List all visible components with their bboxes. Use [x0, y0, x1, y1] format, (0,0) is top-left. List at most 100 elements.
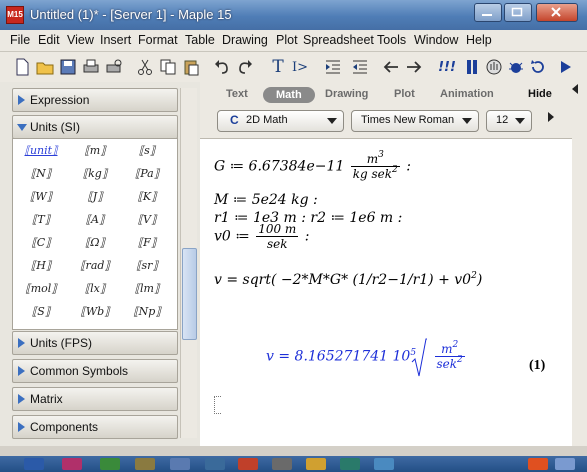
unit-symbol[interactable]: ⟦lm⟧	[122, 279, 172, 299]
unit-symbol[interactable]: ⟦kg⟧	[70, 164, 120, 184]
print-preview-icon[interactable]	[104, 57, 124, 77]
new-doc-icon[interactable]	[12, 57, 32, 77]
tab-math[interactable]: Math	[263, 87, 315, 103]
palette-matrix[interactable]: Matrix	[12, 387, 178, 411]
execute-all-icon[interactable]: !!!	[437, 57, 457, 77]
unit-symbol[interactable]: ⟦S⟧	[16, 302, 66, 322]
close-button[interactable]	[536, 3, 578, 22]
taskbar-app-icon[interactable]	[135, 458, 155, 470]
taskbar-app-icon[interactable]	[340, 458, 360, 470]
unit-symbol[interactable]: ⟦rad⟧	[70, 256, 120, 276]
unit-symbol[interactable]: ⟦C⟧	[16, 233, 66, 253]
collapse-left-icon[interactable]	[572, 84, 578, 94]
font-select[interactable]: Times New Roman	[351, 110, 479, 132]
tab-drawing[interactable]: Drawing	[325, 88, 368, 100]
tab-plot[interactable]: Plot	[394, 88, 415, 100]
unit-symbol[interactable]: ⟦A⟧	[70, 210, 120, 230]
tab-text[interactable]: Text	[226, 88, 248, 100]
menu-plot[interactable]: Plot	[276, 33, 298, 47]
paste-icon[interactable]	[181, 57, 201, 77]
open-folder-icon[interactable]	[35, 57, 55, 77]
math-line-G[interactable]: G ≔ 6.67384e−11 m3 kg sek2 :	[214, 150, 411, 181]
unit-symbol[interactable]: ⟦F⟧	[122, 233, 172, 253]
palette-expression[interactable]: Expression	[12, 88, 178, 112]
indent-icon[interactable]	[323, 57, 343, 77]
math-line-M[interactable]: M ≔ 5e24 kg :	[214, 192, 318, 208]
unit-symbol[interactable]: ⟦Np⟧	[122, 302, 172, 322]
taskbar-app-icon[interactable]	[205, 458, 225, 470]
save-icon[interactable]	[58, 57, 78, 77]
menu-spreadsheet[interactable]: Spreadsheet	[303, 33, 374, 47]
hand-icon[interactable]	[484, 57, 504, 77]
math-line-v0[interactable]: v0 ≔ 100 m sek :	[214, 222, 309, 251]
debug-icon[interactable]	[506, 57, 526, 77]
unit-symbol[interactable]: ⟦mol⟧	[16, 279, 66, 299]
maximize-button[interactable]	[504, 3, 532, 22]
palette-scrollbar-thumb[interactable]	[182, 248, 197, 340]
menu-file[interactable]: File	[10, 33, 30, 47]
unit-symbol[interactable]: ⟦s⟧	[122, 141, 172, 161]
print-icon[interactable]	[81, 57, 101, 77]
tab-animation[interactable]: Animation	[440, 88, 494, 100]
font-size-select[interactable]: 12	[486, 110, 532, 132]
taskbar-app-icon[interactable]	[306, 458, 326, 470]
document-scrollbar[interactable]	[572, 138, 587, 446]
help-icon[interactable]	[556, 57, 576, 77]
menu-tools[interactable]: Tools	[377, 33, 406, 47]
menu-edit[interactable]: Edit	[38, 33, 60, 47]
restart-icon[interactable]	[528, 57, 548, 77]
math-line-v-input[interactable]: v = sqrt( −2*M*G* (1/r2−1/r1) + v02)	[214, 271, 482, 288]
palette-units-fps[interactable]: Units (FPS)	[12, 331, 178, 355]
palette-scrollbar[interactable]	[180, 88, 197, 438]
taskbar-app-icon[interactable]	[100, 458, 120, 470]
unit-symbol[interactable]: ⟦unit⟧	[16, 141, 66, 161]
unit-symbol[interactable]: ⟦T⟧	[16, 210, 66, 230]
unit-symbol[interactable]: ⟦V⟧	[122, 210, 172, 230]
copy-icon[interactable]	[158, 57, 178, 77]
unit-symbol[interactable]: ⟦Ω⟧	[70, 233, 120, 253]
back-icon[interactable]	[381, 57, 401, 77]
unit-symbol[interactable]: ⟦Wb⟧	[70, 302, 120, 322]
redo-icon[interactable]	[235, 57, 255, 77]
cut-icon[interactable]	[135, 57, 155, 77]
unit-symbol[interactable]: ⟦K⟧	[122, 187, 172, 207]
unit-symbol[interactable]: ⟦H⟧	[16, 256, 66, 276]
undo-icon[interactable]	[212, 57, 232, 77]
palette-units-si[interactable]: Units (SI)	[12, 115, 178, 139]
outdent-icon[interactable]	[350, 57, 370, 77]
unit-symbol[interactable]: ⟦J⟧	[70, 187, 120, 207]
input-cursor-bracket[interactable]	[214, 396, 221, 414]
unit-symbol[interactable]: ⟦sr⟧	[122, 256, 172, 276]
menu-insert[interactable]: Insert	[100, 33, 131, 47]
taskbar-app-icon[interactable]	[528, 458, 548, 470]
taskbar-app-icon[interactable]	[238, 458, 258, 470]
taskbar-app-icon[interactable]	[170, 458, 190, 470]
taskbar-app-icon[interactable]	[555, 458, 575, 470]
menu-table[interactable]: Table	[185, 33, 215, 47]
scroll-right-icon[interactable]	[548, 112, 554, 122]
stop-icon[interactable]	[462, 57, 482, 77]
taskbar-app-icon[interactable]	[272, 458, 292, 470]
menu-format[interactable]: Format	[138, 33, 178, 47]
menu-help[interactable]: Help	[466, 33, 492, 47]
unit-symbol[interactable]: ⟦W⟧	[16, 187, 66, 207]
forward-icon[interactable]	[404, 57, 424, 77]
worksheet[interactable]: G ≔ 6.67384e−11 m3 kg sek2 : M ≔ 5e24 kg…	[214, 148, 569, 438]
minimize-button[interactable]	[474, 3, 502, 22]
menu-drawing[interactable]: Drawing	[222, 33, 268, 47]
unit-symbol[interactable]: ⟦Pa⟧	[122, 164, 172, 184]
taskbar-app-icon[interactable]	[374, 458, 394, 470]
palette-components[interactable]: Components	[12, 415, 178, 439]
title-bar[interactable]: M15 Untitled (1)* - [Server 1] - Maple 1…	[0, 0, 587, 30]
hide-button[interactable]: Hide	[528, 88, 552, 100]
palette-common-symbols[interactable]: Common Symbols	[12, 359, 178, 383]
menu-window[interactable]: Window	[414, 33, 458, 47]
unit-symbol[interactable]: ⟦N⟧	[16, 164, 66, 184]
text-mode-icon[interactable]: T	[268, 57, 288, 77]
math-mode-select[interactable]: C 2D Math	[217, 110, 344, 132]
unit-symbol[interactable]: ⟦m⟧	[70, 141, 120, 161]
menu-view[interactable]: View	[67, 33, 94, 47]
taskbar-app-icon[interactable]	[24, 458, 44, 470]
unit-symbol[interactable]: ⟦lx⟧	[70, 279, 120, 299]
math-mode-icon[interactable]: I>	[290, 57, 310, 77]
